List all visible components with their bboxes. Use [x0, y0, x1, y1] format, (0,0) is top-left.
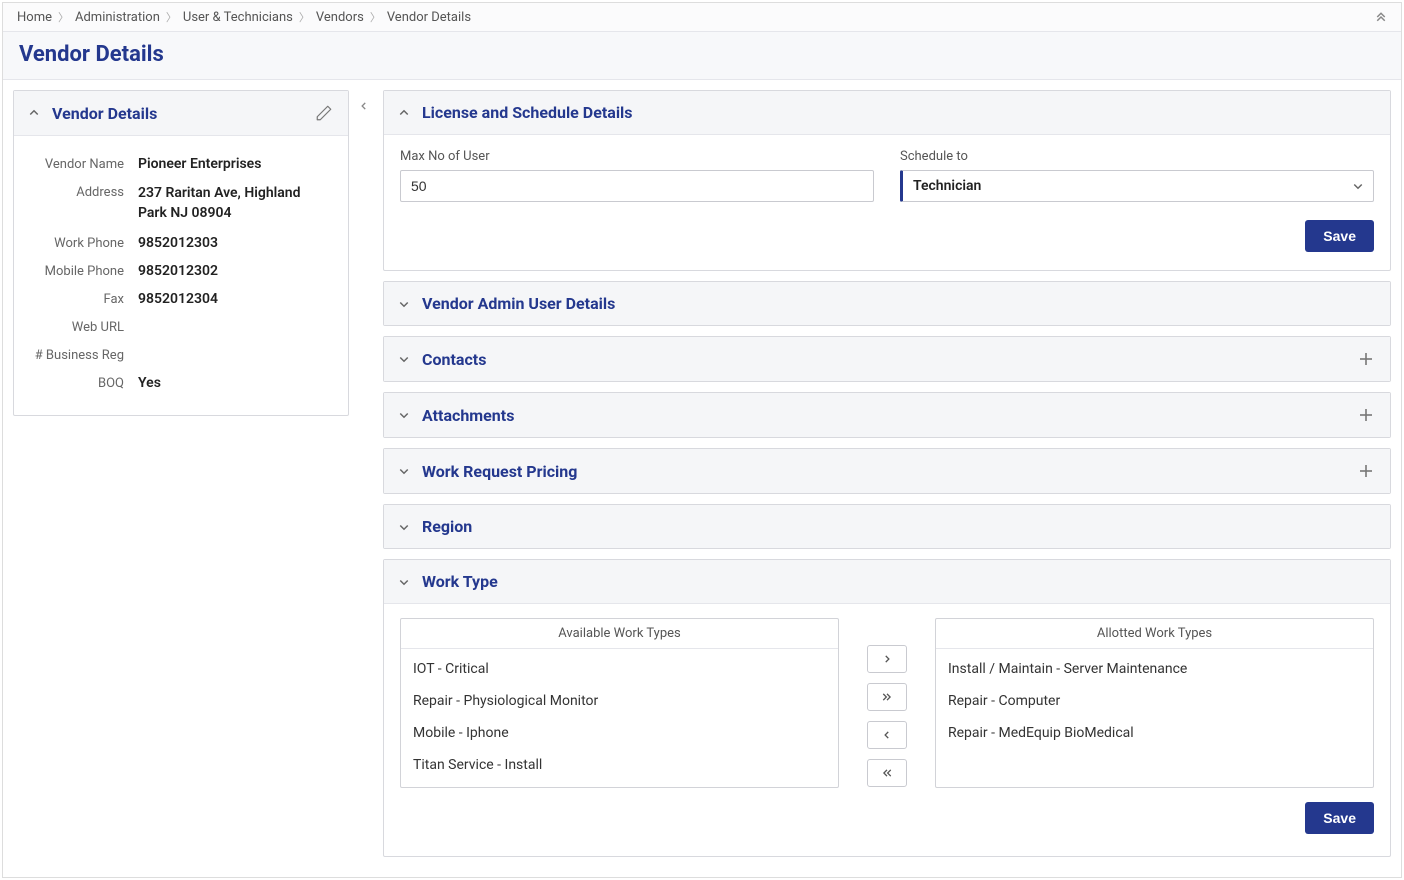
- list-item[interactable]: Mobile - Iphone: [401, 717, 838, 749]
- page-title: Vendor Details: [19, 42, 164, 67]
- vendor-details-card: Vendor Details Vendor Name Pioneer Enter…: [13, 90, 349, 416]
- region-card: Region: [383, 504, 1391, 549]
- fax-label: Fax: [30, 291, 138, 307]
- work-request-pricing-card: Work Request Pricing: [383, 448, 1391, 494]
- schedule-to-label: Schedule to: [900, 149, 1374, 164]
- available-work-types-list[interactable]: IOT - CriticalRepair - Physiological Mon…: [401, 649, 838, 787]
- work-type-title: Work Type: [422, 572, 498, 591]
- web-url-value: [138, 319, 332, 335]
- collapse-left-icon[interactable]: [357, 95, 371, 117]
- move-all-right-button[interactable]: [867, 683, 907, 711]
- address-value: 237 Raritan Ave, Highland Park NJ 08904: [138, 184, 332, 223]
- work-request-pricing-title: Work Request Pricing: [422, 462, 577, 481]
- boq-value: Yes: [138, 375, 332, 391]
- max-users-input[interactable]: [400, 170, 874, 202]
- vendor-name-value: Pioneer Enterprises: [138, 156, 332, 172]
- work-phone-value: 9852012303: [138, 235, 332, 251]
- breadcrumb-current: Vendor Details: [387, 10, 471, 25]
- page-title-bar: Vendor Details: [3, 32, 1401, 80]
- move-right-button[interactable]: [867, 645, 907, 673]
- available-work-types-listbox: Available Work Types IOT - CriticalRepai…: [400, 618, 839, 788]
- mobile-phone-label: Mobile Phone: [30, 263, 138, 279]
- schedule-to-select[interactable]: Technician: [900, 170, 1374, 202]
- max-users-label: Max No of User: [400, 149, 874, 164]
- work-type-card: Work Type Available Work Types IOT - Cri…: [383, 559, 1391, 857]
- edit-icon[interactable]: [314, 103, 334, 123]
- web-url-label: Web URL: [30, 319, 138, 335]
- fax-value: 9852012304: [138, 291, 332, 307]
- breadcrumb-users-technicians[interactable]: User & Technicians: [183, 10, 293, 25]
- vendor-admin-card: Vendor Admin User Details: [383, 281, 1391, 326]
- business-reg-label: # Business Reg: [30, 347, 138, 363]
- list-item[interactable]: IOT - Critical: [401, 653, 838, 685]
- chevron-down-icon[interactable]: [398, 465, 410, 477]
- vendor-name-label: Vendor Name: [30, 156, 138, 172]
- list-item[interactable]: Repair - Computer: [936, 685, 1373, 717]
- chevron-up-icon[interactable]: [398, 107, 410, 119]
- chevron-right-icon: 〉: [58, 9, 69, 25]
- breadcrumb-home[interactable]: Home: [17, 10, 52, 25]
- list-item[interactable]: Repair - MedEquip BioMedical: [936, 717, 1373, 749]
- vendor-details-title: Vendor Details: [52, 104, 157, 123]
- transfer-buttons: [859, 618, 915, 788]
- chevron-down-icon[interactable]: [398, 521, 410, 533]
- chevron-up-icon[interactable]: [28, 107, 40, 119]
- plus-icon[interactable]: [1356, 405, 1376, 425]
- available-work-types-header: Available Work Types: [401, 619, 838, 649]
- list-item[interactable]: Titan Service - Install: [401, 749, 838, 781]
- allotted-work-types-listbox: Allotted Work Types Install / Maintain -…: [935, 618, 1374, 788]
- license-schedule-card: License and Schedule Details Max No of U…: [383, 90, 1391, 271]
- plus-icon[interactable]: [1356, 461, 1376, 481]
- business-reg-value: [138, 347, 332, 363]
- region-title: Region: [422, 517, 472, 536]
- allotted-work-types-header: Allotted Work Types: [936, 619, 1373, 649]
- breadcrumb-bar: Home 〉 Administration 〉 User & Technicia…: [3, 3, 1401, 32]
- chevron-down-icon[interactable]: [398, 353, 410, 365]
- license-schedule-title: License and Schedule Details: [422, 103, 633, 122]
- chevron-right-icon: 〉: [166, 9, 177, 25]
- list-item[interactable]: Install / Maintain - Server Maintenance: [936, 653, 1373, 685]
- move-all-left-button[interactable]: [867, 759, 907, 787]
- contacts-card: Contacts: [383, 336, 1391, 382]
- breadcrumb-vendors[interactable]: Vendors: [316, 10, 364, 25]
- breadcrumb: Home 〉 Administration 〉 User & Technicia…: [17, 9, 471, 25]
- allotted-work-types-list[interactable]: Install / Maintain - Server MaintenanceR…: [936, 649, 1373, 787]
- mobile-phone-value: 9852012302: [138, 263, 332, 279]
- address-label: Address: [30, 184, 138, 223]
- contacts-title: Contacts: [422, 350, 486, 369]
- vendor-admin-title: Vendor Admin User Details: [422, 294, 615, 313]
- chevron-right-icon: 〉: [299, 9, 310, 25]
- attachments-card: Attachments: [383, 392, 1391, 438]
- move-left-button[interactable]: [867, 721, 907, 749]
- chevron-down-icon[interactable]: [398, 576, 410, 588]
- chevron-right-icon: 〉: [370, 9, 381, 25]
- save-license-button[interactable]: Save: [1305, 220, 1374, 252]
- work-phone-label: Work Phone: [30, 235, 138, 251]
- chevron-down-icon[interactable]: [398, 298, 410, 310]
- breadcrumb-administration[interactable]: Administration: [75, 10, 160, 25]
- boq-label: BOQ: [30, 375, 138, 391]
- plus-icon[interactable]: [1356, 349, 1376, 369]
- list-item[interactable]: Repair - Physiological Monitor: [401, 685, 838, 717]
- chevron-down-icon[interactable]: [398, 409, 410, 421]
- collapse-up-icon[interactable]: [1375, 11, 1387, 23]
- attachments-title: Attachments: [422, 406, 514, 425]
